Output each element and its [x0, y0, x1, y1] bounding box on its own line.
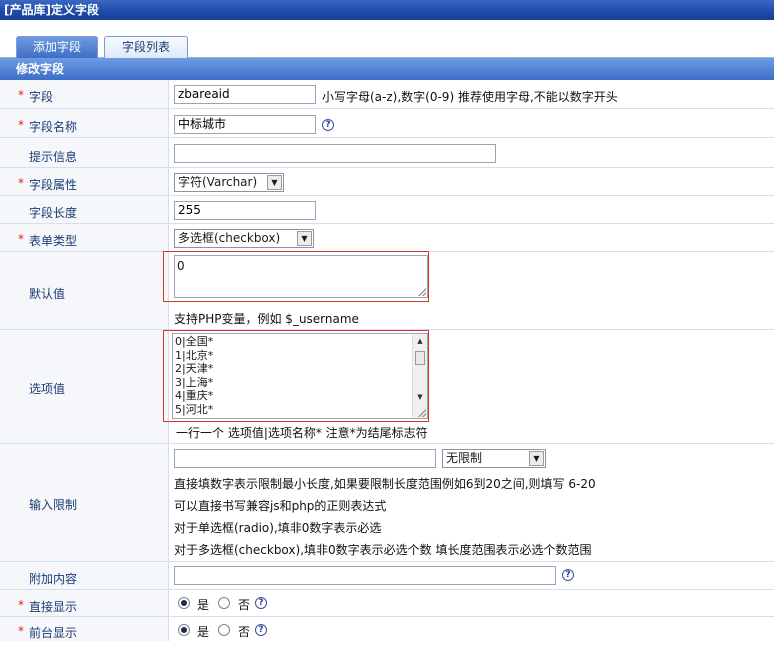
limit-selected: 无限制	[446, 451, 483, 465]
option-line: 5|河北*	[175, 402, 214, 416]
field-label: 字段	[29, 90, 54, 104]
form-type-selected: 多选框(checkbox)	[178, 231, 281, 245]
required-mark: *	[18, 624, 24, 638]
option-line: 0|全国*	[175, 335, 214, 348]
limit-hint: 直接填数字表示限制最小长度,如果要限制长度范围例如6到20之间,则填写 6-20	[174, 477, 596, 491]
form-type-label: 表单类型	[29, 234, 78, 248]
show-front-no-label: 否	[238, 625, 251, 639]
default-label: 默认值	[29, 287, 66, 301]
limit-input[interactable]	[174, 449, 436, 468]
show-front-no-radio[interactable]	[218, 624, 230, 636]
options-label: 选项值	[29, 382, 66, 396]
dropdown-arrow-icon[interactable]: ▼	[297, 231, 312, 246]
limit-select[interactable]: 无限制 ▼	[442, 449, 546, 468]
help-icon[interactable]: ?	[255, 624, 267, 636]
attr-select[interactable]: 字符(Varchar) ▼	[174, 173, 284, 192]
help-icon[interactable]: ?	[562, 569, 574, 581]
options-list: 0|全国* 1|北京* 2|天津* 3|上海* 4|重庆* 5|河北*	[175, 335, 213, 417]
attr-label: 字段属性	[29, 178, 78, 192]
default-value: 0	[177, 259, 185, 273]
extra-label: 附加内容	[29, 572, 78, 586]
help-icon[interactable]: ?	[322, 119, 334, 131]
row-form-type: * 表单类型 多选框(checkbox) ▼	[0, 224, 774, 252]
required-mark: *	[18, 232, 24, 246]
tab-strip: 添加字段 字段列表	[0, 20, 774, 58]
show-front-yes-radio[interactable]	[178, 624, 190, 636]
row-limit: 输入限制 无限制 ▼ 直接填数字表示限制最小长度,如果要限制长度范围例如6到20…	[0, 444, 774, 562]
options-hint: 一行一个 选项值|选项名称* 注意*为结尾标志符	[176, 426, 428, 440]
extra-input[interactable]	[174, 566, 556, 585]
show-front-yes-label: 是	[197, 625, 210, 639]
tab-add-field[interactable]: 添加字段	[16, 36, 98, 58]
row-attr: * 字段属性 字符(Varchar) ▼	[0, 168, 774, 196]
option-line: 4|重庆*	[175, 389, 214, 403]
show-direct-yes-label: 是	[197, 598, 210, 612]
field-name-label: 字段名称	[29, 120, 78, 134]
row-show-front: * 前台显示 是 否 ?	[0, 617, 774, 641]
tip-input[interactable]	[174, 144, 496, 163]
row-options: 选项值 0|全国* 1|北京* 2|天津* 3|上海* 4|重庆* 5|河北* …	[0, 330, 774, 444]
option-line: 1|北京*	[175, 348, 214, 362]
limit-hint: 可以直接书写兼容js和php的正则表达式	[174, 499, 387, 513]
show-direct-no-label: 否	[238, 598, 251, 612]
row-field: * 字段 zbareaid 小写字母(a-z),数字(0-9) 推荐使用字母,不…	[0, 80, 774, 109]
scroll-thumb[interactable]	[415, 351, 425, 365]
form-type-select[interactable]: 多选框(checkbox) ▼	[174, 229, 314, 248]
options-textarea[interactable]: 0|全国* 1|北京* 2|天津* 3|上海* 4|重庆* 5|河北* ▲ ▼	[172, 333, 428, 419]
row-extra: 附加内容 ?	[0, 562, 774, 590]
required-mark: *	[18, 176, 24, 190]
default-textarea[interactable]: 0	[174, 255, 428, 298]
tab-field-list[interactable]: 字段列表	[104, 36, 188, 58]
dropdown-arrow-icon[interactable]: ▼	[267, 175, 282, 190]
limit-hint: 对于单选框(radio),填非0数字表示必选	[174, 521, 382, 535]
row-length: 字段长度 255	[0, 196, 774, 224]
scroll-down-icon[interactable]: ▼	[413, 390, 427, 404]
dropdown-arrow-icon[interactable]: ▼	[529, 451, 544, 466]
limit-hint: 对于多选框(checkbox),填非0数字表示必选个数 填长度范围表示必选个数范…	[174, 543, 592, 557]
window-title: [产品库]定义字段	[0, 0, 774, 20]
row-field-name: * 字段名称 中标城市 ?	[0, 109, 774, 138]
show-direct-yes-radio[interactable]	[178, 597, 190, 609]
show-direct-label: 直接显示	[29, 600, 78, 614]
row-show-direct: * 直接显示 是 否 ?	[0, 590, 774, 617]
scroll-up-icon[interactable]: ▲	[413, 334, 427, 348]
required-mark: *	[18, 598, 24, 612]
limit-label: 输入限制	[29, 498, 78, 512]
section-title: 修改字段	[0, 58, 774, 80]
attr-selected: 字符(Varchar)	[178, 175, 258, 189]
length-label: 字段长度	[29, 206, 78, 220]
resize-grip[interactable]	[418, 409, 426, 417]
row-tip: 提示信息	[0, 138, 774, 168]
option-line: 3|上海*	[175, 375, 214, 389]
help-icon[interactable]: ?	[255, 597, 267, 609]
required-mark: *	[18, 88, 24, 102]
row-default: 默认值 0 支持PHP变量，例如 $_username	[0, 251, 774, 330]
tip-label: 提示信息	[29, 150, 78, 164]
options-scrollbar[interactable]: ▲ ▼	[412, 334, 427, 418]
required-mark: *	[18, 118, 24, 132]
field-hint: 小写字母(a-z),数字(0-9) 推荐使用字母,不能以数字开头	[322, 90, 618, 104]
length-input[interactable]: 255	[174, 201, 316, 220]
field-name-input[interactable]: 中标城市	[174, 115, 316, 134]
field-input[interactable]: zbareaid	[174, 85, 316, 104]
show-direct-no-radio[interactable]	[218, 597, 230, 609]
default-hint: 支持PHP变量，例如 $_username	[174, 312, 359, 326]
option-line: 2|天津*	[175, 362, 214, 376]
resize-grip[interactable]	[418, 288, 426, 296]
show-front-label: 前台显示	[29, 626, 78, 640]
